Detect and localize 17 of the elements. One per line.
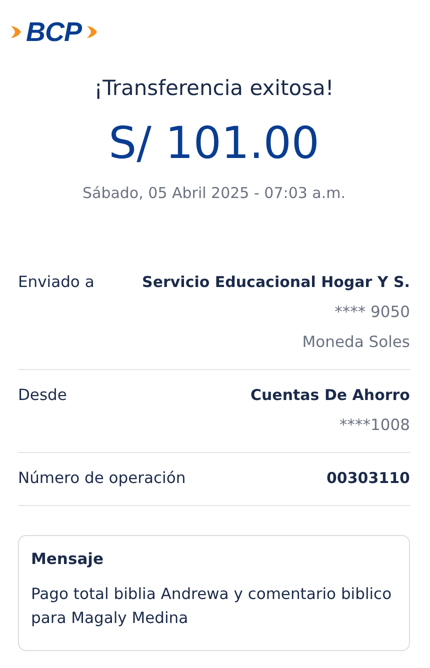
chevron-icon	[9, 24, 23, 40]
detail-value: Servicio Educacional Hogar Y S.	[142, 272, 410, 293]
detail-value: Cuentas De Ahorro	[250, 385, 410, 406]
message-text: Pago total biblia Andrewa y comentario biblico para Magaly Medina	[31, 584, 393, 629]
detail-label: Número de operación	[18, 468, 186, 489]
detail-subvalue: **** 9050	[334, 302, 410, 323]
amount: S/ 101.00	[108, 117, 320, 171]
message-title: Mensaje	[31, 550, 104, 568]
chevron-icon	[84, 24, 99, 40]
success-title: ¡Transferencia exitosa!	[93, 76, 335, 100]
transfer-date: Sábado, 05 Abril 2025 - 07:03 a.m.	[81, 184, 347, 202]
detail-subvalue: ****1008	[340, 415, 410, 436]
detail-value: 00303110	[326, 468, 410, 489]
bank-logo: BCP	[26, 16, 82, 48]
detail-label: Enviado a	[18, 272, 94, 293]
detail-label: Desde	[18, 385, 67, 406]
detail-subvalue: Moneda Soles	[302, 332, 410, 353]
